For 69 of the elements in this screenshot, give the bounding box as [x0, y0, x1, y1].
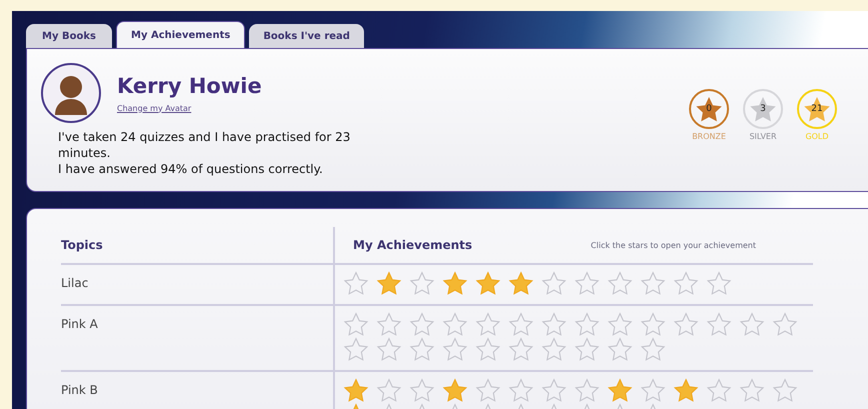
filled-star-icon[interactable] [442, 271, 468, 296]
empty-star-icon[interactable] [673, 271, 699, 296]
empty-star-icon[interactable] [409, 271, 435, 296]
empty-star-icon[interactable] [607, 271, 633, 296]
filled-star-icon[interactable] [673, 378, 699, 403]
empty-star-icon[interactable] [640, 378, 666, 403]
tab[interactable]: Books I've read [249, 24, 364, 48]
medal-badge: 0 [689, 89, 729, 129]
summary-text: I have answered 94% of questions correctly. [58, 161, 324, 177]
empty-star-icon[interactable] [640, 312, 666, 337]
empty-star-icon[interactable] [475, 312, 501, 337]
empty-star-icon[interactable] [409, 337, 435, 362]
empty-star-icon[interactable] [640, 271, 666, 296]
medal-label: BRONZE [692, 132, 726, 141]
empty-star-icon[interactable] [607, 312, 633, 337]
empty-star-icon[interactable] [376, 312, 402, 337]
empty-star-icon[interactable] [343, 271, 369, 296]
hint-text: Click the stars to open your achievement [590, 240, 756, 250]
column-header: My Achievements [353, 238, 472, 252]
filled-star-icon[interactable] [376, 271, 402, 296]
filled-star-icon[interactable] [343, 378, 369, 403]
empty-star-icon[interactable] [475, 337, 501, 362]
empty-star-icon[interactable] [508, 378, 534, 403]
empty-star-icon[interactable] [706, 312, 732, 337]
empty-star-icon[interactable] [541, 271, 567, 296]
change-avatar-link[interactable]: Change my Avatar [117, 104, 262, 112]
empty-star-icon[interactable] [574, 378, 600, 403]
filled-star-icon[interactable] [475, 271, 501, 296]
empty-star-icon[interactable] [673, 312, 699, 337]
medal-label: GOLD [805, 132, 829, 141]
empty-star-icon[interactable] [739, 312, 765, 337]
empty-star-icon[interactable] [508, 312, 534, 337]
empty-star-icon[interactable] [607, 337, 633, 362]
medal-badge: 21 [797, 89, 837, 129]
empty-star-icon[interactable] [706, 271, 732, 296]
empty-star-icon[interactable] [442, 337, 468, 362]
topic-cell: Pink A [61, 304, 333, 370]
empty-star-icon[interactable] [541, 312, 567, 337]
empty-star-icon[interactable] [706, 378, 732, 403]
medal-label: SILVER [749, 132, 777, 141]
empty-star-icon[interactable] [343, 312, 369, 337]
empty-star-icon[interactable] [574, 271, 600, 296]
summary-text: I've taken 24 quizzes and I have practised for 23 minutes. [58, 129, 352, 161]
column-header: Topics [61, 237, 104, 254]
empty-star-icon[interactable] [442, 312, 468, 337]
empty-star-icon[interactable] [376, 337, 402, 362]
empty-star-icon[interactable] [409, 312, 435, 337]
empty-star-icon[interactable] [574, 312, 600, 337]
empty-star-icon[interactable] [343, 337, 369, 362]
topic-cell: Pink B [61, 370, 333, 409]
filled-star-icon[interactable] [607, 378, 633, 403]
empty-star-icon[interactable] [772, 312, 798, 337]
empty-star-icon[interactable] [409, 378, 435, 403]
empty-star-icon[interactable] [541, 337, 567, 362]
empty-star-icon[interactable] [508, 337, 534, 362]
empty-star-icon[interactable] [541, 378, 567, 403]
empty-star-icon[interactable] [772, 378, 798, 403]
empty-star-icon[interactable] [574, 337, 600, 362]
filled-star-icon[interactable] [508, 271, 534, 296]
user-name: Kerry Howie [117, 74, 262, 98]
medal-badge: 3 [743, 89, 783, 129]
filled-star-icon[interactable] [442, 378, 468, 403]
tab[interactable]: My Books [26, 24, 112, 48]
empty-star-icon[interactable] [376, 378, 402, 403]
empty-star-icon[interactable] [640, 337, 666, 362]
empty-star-icon[interactable] [739, 378, 765, 403]
empty-star-icon[interactable] [475, 378, 501, 403]
tab[interactable]: My Achievements [116, 21, 246, 48]
topic-cell: Lilac [61, 263, 333, 304]
